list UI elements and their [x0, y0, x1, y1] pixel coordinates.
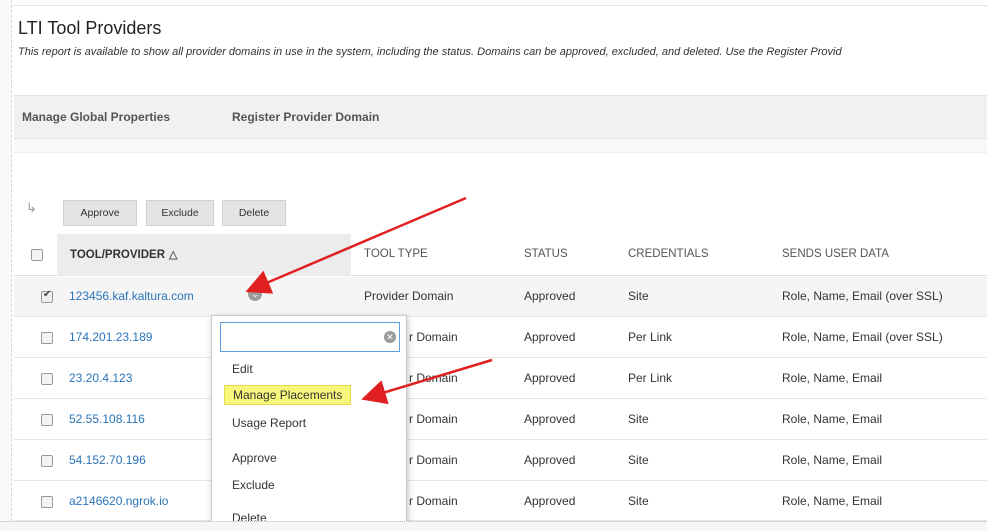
status-cell: Approved	[524, 330, 576, 344]
row-checkbox[interactable]	[41, 496, 53, 508]
menu-item-approve[interactable]: Approve	[232, 451, 277, 465]
provider-link[interactable]: 54.152.70.196	[69, 453, 146, 467]
table-row: a2146620.ngrok.io r Domain Approved Site…	[14, 482, 987, 521]
header-credentials[interactable]: CREDENTIALS	[628, 248, 709, 260]
sends-user-data-cell: Role, Name, Email (over SSL)	[782, 330, 943, 344]
bulk-delete-button[interactable]: Delete	[222, 200, 286, 226]
action-bar: Manage Global Properties Register Provid…	[14, 95, 987, 139]
row-checkbox[interactable]	[41, 455, 53, 467]
provider-link[interactable]: 123456.kaf.kaltura.com	[69, 289, 194, 303]
table-row: 23.20.4.123 r Domain Approved Per Link R…	[14, 359, 987, 399]
torn-edge-top	[0, 0, 987, 6]
status-cell: Approved	[524, 289, 576, 303]
provider-link[interactable]: 52.55.108.116	[69, 412, 145, 426]
menu-item-usage-report[interactable]: Usage Report	[232, 416, 306, 430]
tool-type-cell: Provider Domain	[364, 289, 454, 303]
credentials-cell: Site	[628, 289, 649, 303]
row-checkbox[interactable]	[41, 414, 53, 426]
torn-edge-bottom	[0, 521, 987, 531]
menu-item-exclude[interactable]: Exclude	[232, 478, 275, 492]
sends-user-data-cell: Role, Name, Email	[782, 453, 883, 467]
select-all-checkbox[interactable]	[31, 249, 43, 261]
sends-user-data-cell: Role, Name, Email (over SSL)	[782, 289, 943, 303]
header-tool-type[interactable]: TOOL TYPE	[364, 248, 428, 260]
provider-link[interactable]: 174.201.23.189	[69, 330, 152, 344]
row-checkbox[interactable]	[41, 289, 53, 303]
page-title: LTI Tool Providers	[18, 18, 162, 38]
sends-user-data-cell: Role, Name, Email	[782, 412, 883, 426]
context-menu-search-input[interactable]	[220, 322, 400, 352]
register-provider-domain-link[interactable]: Register Provider Domain	[232, 110, 379, 124]
menu-item-manage-placements[interactable]: Manage Placements	[224, 385, 352, 405]
table-row: 123456.kaf.kaltura.com ⌄ Provider Domain…	[14, 277, 987, 317]
context-menu: ✕ Edit Manage Placements Usage Report Ap…	[211, 315, 407, 531]
table-row: 174.201.23.189 r Domain Approved Per Lin…	[14, 318, 987, 358]
bulk-action-arrow-icon: ↳	[26, 200, 37, 215]
chevron-down-icon[interactable]: ⌄	[248, 287, 262, 301]
manage-global-properties-link[interactable]: Manage Global Properties	[22, 110, 170, 124]
credentials-cell: Per Link	[628, 330, 673, 344]
tool-type-cell: r Domain	[409, 453, 458, 467]
tool-type-cell: r Domain	[409, 330, 458, 344]
status-cell: Approved	[524, 412, 576, 426]
clear-icon[interactable]: ✕	[384, 331, 396, 343]
credentials-cell: Site	[628, 494, 649, 508]
header-tool-provider[interactable]: TOOL/PROVIDER △	[70, 248, 177, 261]
provider-link[interactable]: a2146620.ngrok.io	[69, 494, 168, 508]
table-header: TOOL/PROVIDER △ TOOL TYPE STATUS CREDENTI…	[14, 234, 987, 276]
page-description: This report is available to show all pro…	[18, 46, 842, 58]
separator-band	[14, 139, 987, 153]
credentials-cell: Site	[628, 453, 649, 467]
sort-ascending-icon[interactable]: △	[169, 248, 177, 261]
credentials-cell: Site	[628, 412, 649, 426]
sends-user-data-cell: Role, Name, Email	[782, 371, 883, 385]
sends-user-data-cell: Role, Name, Email	[782, 494, 883, 508]
bulk-approve-button[interactable]: Approve	[63, 200, 137, 226]
torn-edge-left	[0, 0, 12, 531]
status-cell: Approved	[524, 453, 576, 467]
tool-type-cell: r Domain	[409, 371, 458, 385]
table-row: 52.55.108.116 r Domain Approved Site Rol…	[14, 400, 987, 440]
tool-type-cell: r Domain	[409, 494, 458, 508]
row-checkbox[interactable]	[41, 373, 53, 385]
status-cell: Approved	[524, 371, 576, 385]
header-status[interactable]: STATUS	[524, 248, 568, 260]
bulk-exclude-button[interactable]: Exclude	[146, 200, 214, 226]
header-sends-user-data[interactable]: SENDS USER DATA	[782, 248, 889, 260]
table-row: 54.152.70.196 r Domain Approved Site Rol…	[14, 441, 987, 481]
row-checkbox[interactable]	[41, 332, 53, 344]
credentials-cell: Per Link	[628, 371, 673, 385]
menu-item-edit[interactable]: Edit	[232, 362, 253, 376]
tool-type-cell: r Domain	[409, 412, 458, 426]
status-cell: Approved	[524, 494, 576, 508]
provider-link[interactable]: 23.20.4.123	[69, 371, 132, 385]
